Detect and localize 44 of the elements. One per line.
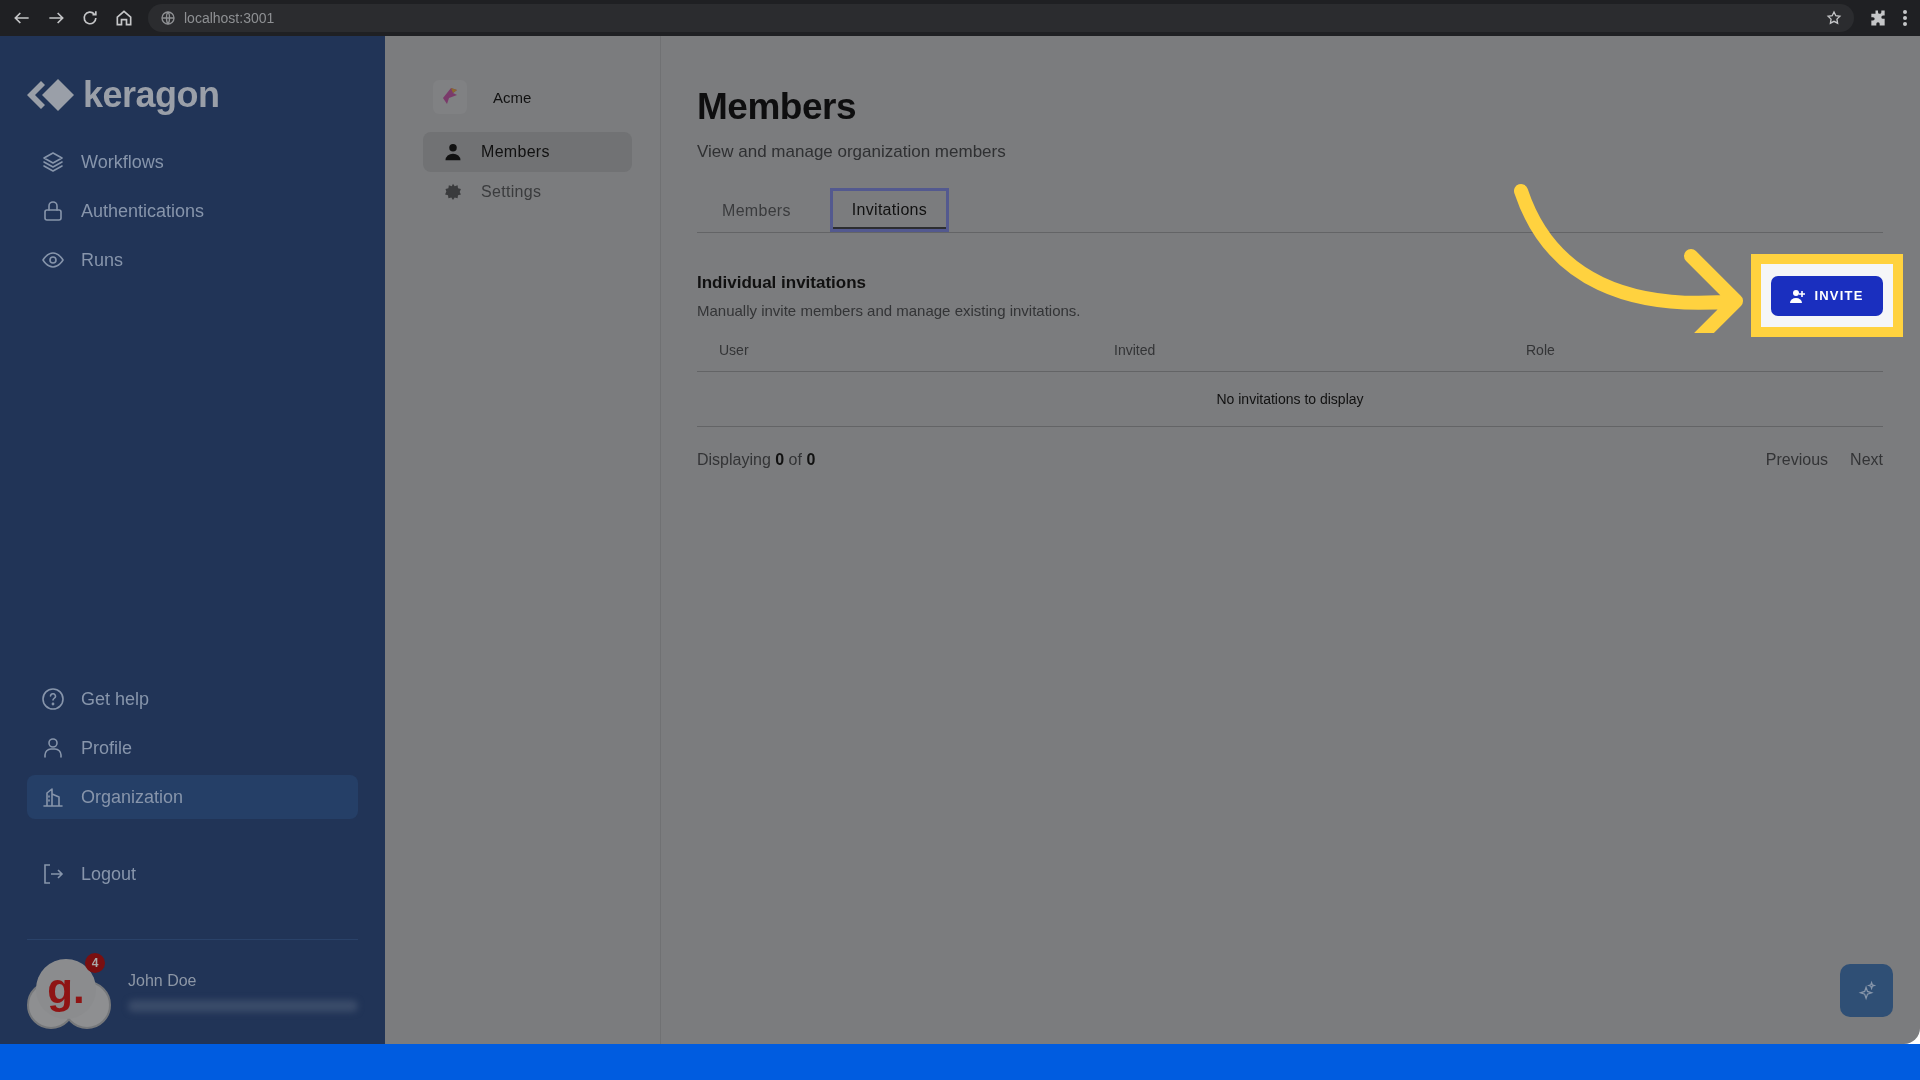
sidebar-item[interactable]: Organization	[27, 775, 358, 819]
column-header: Role	[1526, 342, 1556, 358]
section-title: Individual invitations	[697, 273, 868, 293]
logout-icon	[41, 862, 65, 886]
previous-button[interactable]: Previous	[1743, 451, 1829, 469]
person-icon	[41, 736, 65, 760]
column-header: Invited	[1114, 342, 1157, 358]
more-icon[interactable]	[1902, 8, 1908, 28]
invite-button[interactable]: INVITE	[1771, 275, 1883, 316]
notification-badge: 4	[85, 953, 105, 973]
page-title: Members	[697, 86, 857, 128]
brand-name: keragon	[83, 74, 220, 116]
sidebar-item[interactable]: Authentications	[27, 189, 358, 233]
tab[interactable]: Members	[701, 188, 812, 232]
person-icon	[443, 142, 463, 162]
address-bar[interactable]: localhost:3001	[148, 4, 1854, 32]
star-icon[interactable]	[1826, 10, 1842, 26]
logo-icon	[27, 78, 75, 112]
puzzle-icon[interactable]	[1868, 8, 1888, 28]
next-button[interactable]: Next	[1828, 451, 1883, 469]
pagination-summary: Displaying 0 of 0	[697, 451, 816, 468]
reload-icon[interactable]	[80, 8, 100, 28]
gear-icon	[443, 182, 463, 202]
building-icon	[41, 785, 65, 809]
column-header: User	[719, 342, 750, 358]
menu-item[interactable]: Members	[423, 132, 632, 172]
globe-icon	[160, 10, 176, 26]
home-icon[interactable]	[114, 8, 134, 28]
logout-item[interactable]: Logout	[27, 852, 358, 896]
add-person-icon	[1790, 288, 1807, 303]
sidebar-item[interactable]: Workflows	[27, 140, 358, 184]
help-icon	[41, 687, 65, 711]
tab[interactable]: Invitations	[829, 188, 950, 232]
organization-name: Acme	[493, 88, 532, 106]
user-name: John Doe	[128, 972, 198, 990]
sidebar-item[interactable]: Runs	[27, 238, 358, 282]
menu-item[interactable]: Settings	[423, 172, 632, 212]
sidebar-item[interactable]: Profile	[27, 726, 358, 770]
sidebar-item[interactable]: Get help	[27, 677, 358, 721]
lock-icon	[41, 199, 65, 223]
layers-icon	[41, 150, 65, 174]
empty-message: No invitations to display	[1216, 391, 1364, 407]
section-description: Manually invite members and manage existing invitations.	[697, 302, 1082, 319]
page-subtitle: View and manage organization members	[697, 142, 1007, 162]
